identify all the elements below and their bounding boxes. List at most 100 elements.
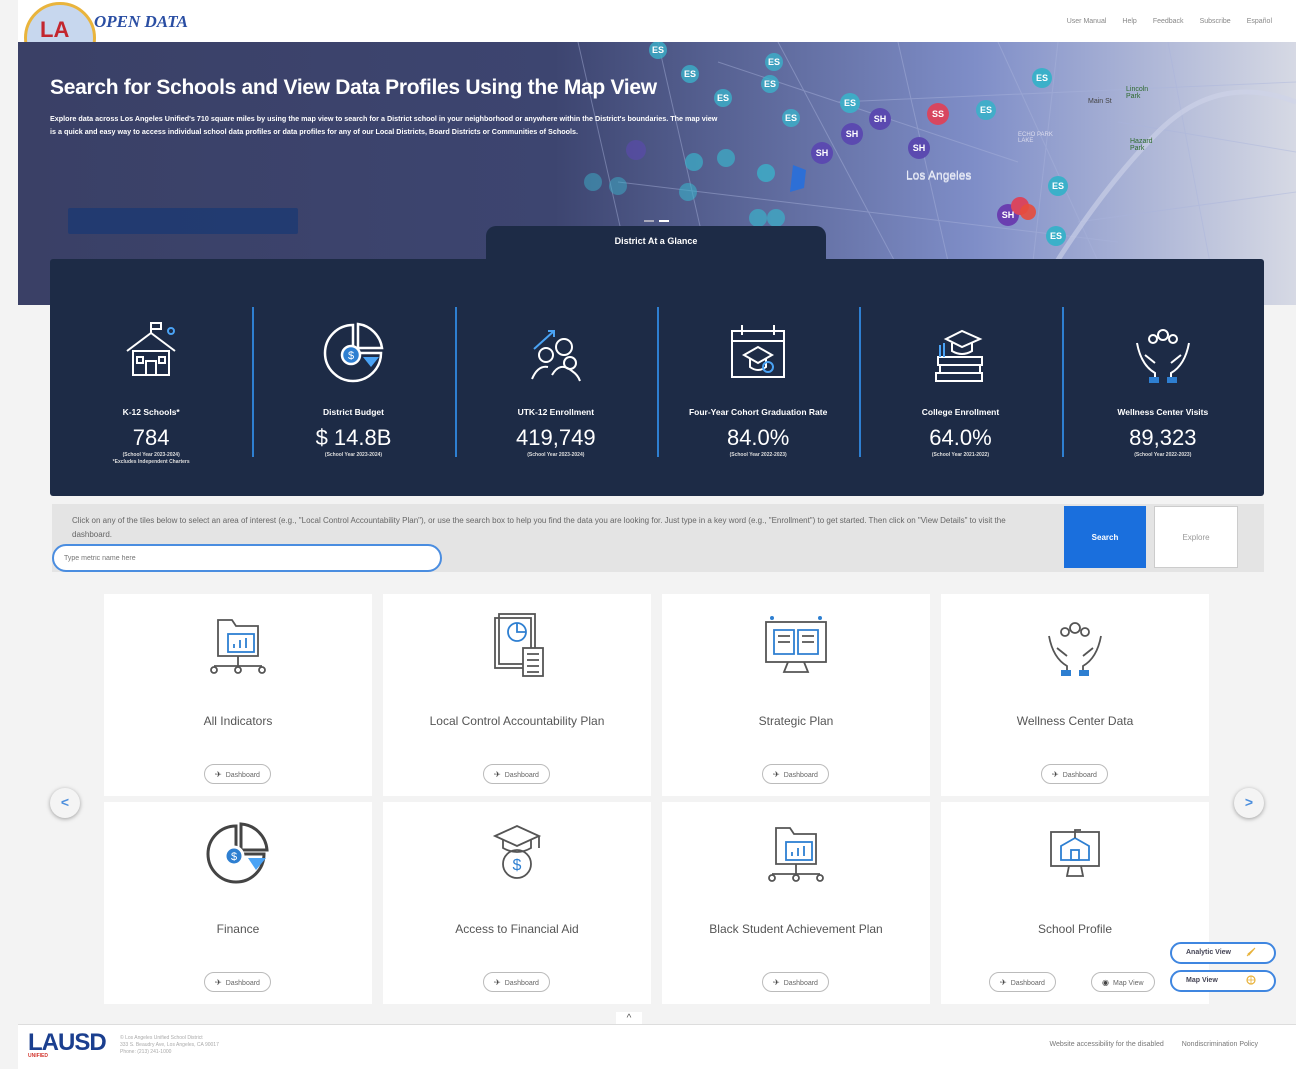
map-label-hazard-park: Hazard Park (1130, 138, 1153, 152)
tile-wellness-center[interactable]: Wellness Center Data ✈ Dashboard (941, 594, 1209, 796)
map-label-los-angeles: Los Angeles (906, 168, 972, 182)
rocket-icon: ✈ (215, 770, 222, 779)
lausd-logo[interactable]: LAUSD UNIFIED (28, 1029, 107, 1059)
hero-map-view-button[interactable] (68, 208, 298, 234)
top-nav: User Manual Help Feedback Subscribe Espa… (1067, 18, 1272, 25)
dashboard-button[interactable]: ✈ Dashboard (989, 972, 1056, 992)
nav-feedback[interactable]: Feedback (1153, 18, 1184, 25)
svg-text:SH: SH (816, 148, 829, 158)
students-growth-icon (530, 330, 581, 382)
stat-value: 64.0% (929, 425, 992, 450)
dashboard-button[interactable]: ✈ Dashboard (204, 972, 271, 992)
stat-enrollment: UTK-12 Enrollment 419,749 (School Year 2… (454, 259, 657, 496)
tile-lcap[interactable]: Local Control Accountability Plan ✈ Dashb… (383, 594, 651, 796)
search-help-text: Click on any of the tiles below to selec… (72, 516, 1006, 539)
stat-label: Four-Year Cohort Graduation Rate (688, 407, 828, 417)
map-view-button[interactable]: ◉ Map View (1091, 972, 1155, 992)
tile-strategic-plan[interactable]: Strategic Plan ✈ Dashboard (662, 594, 930, 796)
search-button[interactable]: Search (1064, 506, 1146, 568)
tile-title: Strategic Plan (758, 714, 834, 728)
nav-user-manual[interactable]: User Manual (1067, 18, 1107, 25)
report-calculator-icon (494, 613, 544, 677)
explore-button[interactable]: Explore (1154, 506, 1238, 568)
map-label-echo-park-lake: ECHO PARK LAKE (1018, 132, 1053, 144)
lausd-logo-subtitle: UNIFIED (28, 1053, 48, 1059)
button-label: Dashboard (504, 772, 539, 779)
tile-title: Wellness Center Data (1016, 714, 1134, 728)
care-hands-icon (1135, 329, 1190, 383)
rocket-icon: ✈ (773, 978, 780, 987)
map-view-toggle-button[interactable]: Map View (1170, 970, 1276, 992)
books-cap-icon (935, 329, 984, 382)
nav-help[interactable]: Help (1122, 18, 1136, 25)
footer-link-nondiscrimination[interactable]: Nondiscrimination Policy (1182, 1041, 1258, 1048)
metric-search-input[interactable] (52, 544, 442, 572)
button-label: Dashboard (783, 980, 818, 987)
carousel-next-button[interactable]: > (1234, 788, 1264, 818)
globe-icon: ◉ (1102, 978, 1109, 987)
graduation-money-icon: $ (492, 825, 542, 879)
button-label: Dashboard (225, 980, 260, 987)
dashboard-button[interactable]: ✈ Dashboard (204, 764, 271, 784)
stat-label: Wellness Center Visits (1117, 407, 1209, 417)
svg-text:ES: ES (1036, 73, 1048, 83)
dashboard-button[interactable]: ✈ Dashboard (762, 972, 829, 992)
footer-links: Website accessibility for the disabled N… (1049, 1041, 1258, 1048)
svg-text:SH: SH (846, 129, 859, 139)
rocket-icon: ✈ (1052, 770, 1059, 779)
footer-address-line: © Los Angeles Unified School District (120, 1035, 203, 1041)
tile-title: Finance (216, 922, 260, 936)
rocket-icon: ✈ (494, 770, 501, 779)
top-bar: LA OPEN DATA User Manual Help Feedback S… (18, 0, 1296, 74)
footer-address-line: Phone: (213) 241-1000 (120, 1049, 172, 1055)
stat-wellness-visits: Wellness Center Visits 89,323 (School Ye… (1061, 259, 1264, 496)
stat-note: (School Year 2023-2024) (324, 452, 383, 458)
site-brand[interactable]: OPEN DATA (94, 12, 188, 32)
carousel-dot-active[interactable] (659, 220, 669, 222)
svg-text:ES: ES (1052, 181, 1064, 191)
tile-title: Local Control Accountability Plan (429, 714, 605, 728)
footer-link-accessibility[interactable]: Website accessibility for the disabled (1049, 1041, 1163, 1048)
stat-district-budget: $ District Budget $ 14.8B (School Year 2… (252, 259, 454, 496)
button-label: Dashboard (1010, 980, 1045, 987)
stat-label: College Enrollment (921, 407, 1000, 417)
dashboard-button[interactable]: ✈ Dashboard (1041, 764, 1108, 784)
dashboard-button[interactable]: ✈ Dashboard (483, 972, 550, 992)
svg-text:$: $ (513, 857, 522, 874)
tile-all-indicators[interactable]: All Indicators ✈ Dashboard (104, 594, 372, 796)
svg-text:$: $ (231, 851, 237, 863)
svg-text:SH: SH (913, 143, 926, 153)
search-panel: Click on any of the tiles below to selec… (52, 504, 1264, 572)
lausd-logo-text: LAUSD (28, 1029, 107, 1056)
button-label: Dashboard (225, 772, 260, 779)
graduation-calendar-icon (731, 325, 786, 378)
stat-value: $ 14.8B (315, 425, 392, 450)
stat-note: (School Year 2023-2024) (527, 452, 585, 458)
nav-subscribe[interactable]: Subscribe (1200, 18, 1231, 25)
carousel-dot[interactable] (644, 220, 654, 222)
footer-address-line: 333 S. Beaudry Ave, Los Angeles, CA 9001… (120, 1042, 219, 1048)
svg-text:ES: ES (980, 105, 992, 115)
button-label: Dashboard (1062, 772, 1097, 779)
tile-finance[interactable]: $ Finance ✈ Dashboard (104, 802, 372, 1004)
dashboard-button[interactable]: ✈ Dashboard (762, 764, 829, 784)
tile-black-student-achievement[interactable]: Black Student Achievement Plan ✈ Dashboar… (662, 802, 930, 1004)
rocket-icon: ✈ (215, 978, 222, 987)
nav-espanol[interactable]: Español (1247, 18, 1272, 25)
analytic-view-button[interactable]: Analytic View (1170, 942, 1276, 964)
carousel-prev-button[interactable]: < (50, 788, 80, 818)
stat-graduation-rate: Four-Year Cohort Graduation Rate 84.0% (… (656, 259, 859, 496)
tile-financial-aid[interactable]: $ Access to Financial Aid ✈ Dashboard (383, 802, 651, 1004)
hero-description: Explore data across Los Angeles Unified'… (50, 114, 718, 136)
map-label-main-st: Main St (1088, 98, 1112, 105)
tile-school-profile[interactable]: School Profile ✈ Dashboard ◉ Map View (941, 802, 1209, 1004)
svg-text:ES: ES (1050, 231, 1062, 241)
stat-label: UTK-12 Enrollment (517, 407, 595, 417)
stat-k12-schools: K-12 Schools* 784 (School Year 2023-2024… (50, 259, 252, 496)
tile-grid: All Indicators ✈ Dashboard Local Control … (104, 594, 1212, 1004)
footer: LAUSD UNIFIED © Los Angeles Unified Scho… (18, 1024, 1296, 1069)
dashboard-button[interactable]: ✈ Dashboard (483, 764, 550, 784)
stat-value: 419,749 (516, 425, 596, 450)
svg-text:ES: ES (764, 79, 776, 89)
svg-text:ES: ES (684, 69, 696, 79)
